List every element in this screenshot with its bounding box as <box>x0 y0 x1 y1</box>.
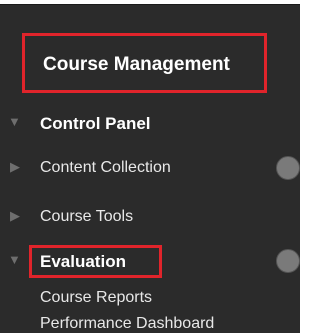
menu-item-label: Control Panel <box>40 114 151 133</box>
chevron-right-icon[interactable]: ▶ <box>10 160 20 173</box>
menu-item-label: Course Tools <box>40 208 134 225</box>
menu-item-control-panel[interactable]: ▼ Control Panel <box>0 105 300 143</box>
course-management-title[interactable]: Course Management <box>43 54 230 76</box>
gear-icon[interactable] <box>276 156 300 180</box>
menu-item-evaluation[interactable]: ▼ Evaluation <box>0 243 300 281</box>
menu-item-label: Evaluation <box>40 252 126 271</box>
menu-item-content-collection[interactable]: ▶ Content Collection <box>0 150 300 188</box>
submenu-item-performance-dashboard[interactable]: Performance Dashboard <box>40 315 214 333</box>
chevron-down-icon[interactable]: ▼ <box>8 115 21 128</box>
submenu-item-course-reports[interactable]: Course Reports <box>40 289 152 307</box>
gear-icon[interactable] <box>276 249 300 273</box>
menu-item-course-tools[interactable]: ▶ Course Tools <box>0 199 300 237</box>
chevron-down-icon[interactable]: ▼ <box>8 253 21 266</box>
chevron-right-icon[interactable]: ▶ <box>10 209 20 222</box>
menu-item-label: Content Collection <box>40 159 171 176</box>
course-management-panel: Course Management ▼ Control Panel ▶ Cont… <box>0 4 300 333</box>
